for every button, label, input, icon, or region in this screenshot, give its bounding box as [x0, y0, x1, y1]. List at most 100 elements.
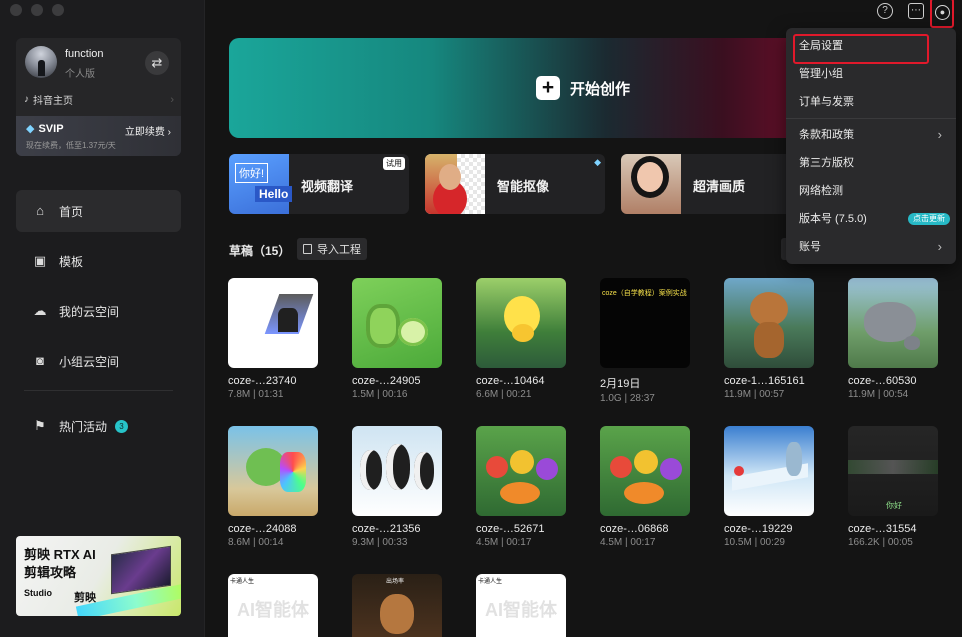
gear-icon: ●	[935, 5, 950, 20]
drafts-grid: coze-…23740 7.8M | 01:31 coze-…24905 1.5…	[228, 278, 962, 637]
import-project-button[interactable]: 导入工程	[297, 238, 367, 260]
draft-card[interactable]: coze-…24905 1.5M | 00:16	[352, 278, 442, 400]
update-badge[interactable]: 点击更新	[908, 213, 950, 225]
draft-card[interactable]: coze-…52671 4.5M | 00:17	[476, 426, 566, 548]
svip-renew-button[interactable]: 立即续费 ›	[125, 123, 171, 138]
sidebar-item-label: 我的云空间	[59, 304, 120, 319]
draft-title: coze-…60530	[848, 375, 917, 387]
draft-card[interactable]: coze-…23740 7.8M | 01:31	[228, 278, 318, 400]
feature-video-translate[interactable]: 你好! Hello 视频翻译 试用	[229, 154, 409, 214]
menu-item-terms-policies[interactable]: 条款和政策 ›	[786, 121, 956, 149]
help-icon[interactable]: ?	[877, 3, 893, 19]
import-project-label: 导入工程	[317, 244, 361, 256]
draft-card[interactable]: coze-…10464 6.6M | 00:21	[476, 278, 566, 400]
template-icon: ▣	[33, 253, 47, 268]
draft-thumbnail	[228, 278, 318, 368]
menu-item-global-settings[interactable]: 全局设置	[786, 32, 956, 64]
sidebar-item-label: 小组云空间	[59, 354, 120, 369]
draft-meta: 4.5M | 00:17	[476, 537, 532, 548]
draft-meta: 10.5M | 00:29	[724, 537, 785, 548]
douyin-home-link[interactable]: ♪ 抖音主页 ›	[24, 92, 174, 108]
draft-thumbnail	[476, 278, 566, 368]
draft-meta: 1.5M | 00:16	[352, 389, 408, 400]
draft-title: coze-…19229	[724, 523, 793, 535]
feature-label: 超清画质	[693, 179, 746, 194]
cloud-icon: ☁	[33, 303, 47, 318]
menu-item-account[interactable]: 账号 ›	[786, 233, 956, 261]
feature-thumb	[621, 154, 681, 214]
draft-thumbnail	[724, 278, 814, 368]
draft-meta: 11.9M | 00:54	[848, 389, 909, 400]
draft-meta: 166.2K | 00:05	[848, 537, 913, 548]
draft-meta: 7.8M | 01:31	[228, 389, 284, 400]
draft-thumbnail: 你好	[848, 426, 938, 516]
douyin-home-label: 抖音主页	[33, 96, 73, 107]
draft-thumbnail	[848, 278, 938, 368]
svip-label: SVIP	[38, 122, 64, 135]
sidebar-item-my-cloud[interactable]: ☁ 我的云空间	[16, 290, 181, 332]
draft-meta: 11.9M | 00:57	[724, 389, 785, 400]
draft-card[interactable]: coze（自学教程）案例实战 2月19日 1.0G | 28:37	[600, 278, 690, 404]
draft-thumbnail	[476, 426, 566, 516]
window-controls	[10, 4, 64, 16]
draft-card[interactable]: coze-…19229 10.5M | 00:29	[724, 426, 814, 548]
feature-hd-quality[interactable]: 超清画质	[621, 154, 801, 214]
feature-smart-cutout[interactable]: 智能抠像 ◆	[425, 154, 605, 214]
draft-thumbnail: 卡通人生 AI智能体	[476, 574, 566, 637]
menu-separator	[786, 118, 956, 119]
draft-thumbnail	[724, 426, 814, 516]
svip-description: 现在续费，低至1.37元/天	[26, 141, 116, 150]
menu-item-third-party-copyright[interactable]: 第三方版权	[786, 149, 956, 177]
maximize-window-button[interactable]	[52, 4, 64, 16]
draft-card[interactable]: coze-1…165161 11.9M | 00:57	[724, 278, 814, 400]
draft-card[interactable]: coze-…24088 8.6M | 00:14	[228, 426, 318, 548]
sidebar-item-label: 模板	[59, 254, 84, 269]
chevron-right-icon: ›	[937, 127, 942, 142]
menu-item-network-check[interactable]: 网络检测	[786, 177, 956, 205]
draft-thumbnail	[600, 426, 690, 516]
draft-card[interactable]: coze-…21356 9.3M | 00:33	[352, 426, 442, 548]
menu-item-version[interactable]: 版本号 (7.5.0) 点击更新	[786, 205, 956, 233]
feature-label: 视频翻译	[301, 179, 354, 194]
start-create-button[interactable]: + 开始创作	[229, 38, 809, 138]
draft-card[interactable]: 出场率	[352, 574, 442, 637]
minimize-window-button[interactable]	[31, 4, 43, 16]
sidebar-item-team-cloud[interactable]: ◙ 小组云空间	[16, 340, 181, 382]
feature-label: 智能抠像	[497, 179, 550, 194]
close-window-button[interactable]	[10, 4, 22, 16]
vip-diamond-icon: ◆	[594, 157, 601, 167]
message-icon[interactable]: ⋯	[908, 3, 924, 19]
menu-item-orders-invoices[interactable]: 订单与发票	[786, 88, 956, 116]
menu-item-manage-team[interactable]: 管理小组	[786, 60, 956, 88]
sidebar-item-home[interactable]: ⌂ 首页	[16, 190, 181, 232]
chevron-right-icon: ›	[170, 93, 174, 106]
draft-title: coze-…24088	[228, 523, 297, 535]
draft-card[interactable]: coze-…06868 4.5M | 00:17	[600, 426, 690, 548]
draft-meta: 9.3M | 00:33	[352, 537, 408, 548]
draft-card[interactable]: 卡通人生 AI智能体	[476, 574, 566, 637]
sidebar-item-events[interactable]: ⚑ 热门活动 3	[16, 405, 181, 447]
trial-badge: 试用	[383, 157, 405, 170]
settings-dropdown-menu: 全局设置 管理小组 订单与发票 条款和政策 › 第三方版权 网络检测 版本号 (7…	[786, 28, 956, 264]
nav-divider	[24, 390, 173, 391]
sidebar: function 个人版 ⇄ ♪ 抖音主页 › ◆ SVIP 立即续费 › 现在…	[0, 0, 205, 637]
profile-card: function 个人版 ⇄ ♪ 抖音主页 › ◆ SVIP 立即续费 › 现在…	[16, 38, 181, 156]
avatar[interactable]	[25, 46, 57, 78]
home-icon: ⌂	[36, 203, 44, 218]
rtx-promo-banner[interactable]: 剪映 RTX AI 剪辑攻略 Studio 剪映	[16, 536, 181, 616]
events-count-badge: 3	[115, 419, 129, 433]
draft-card[interactable]: 你好 coze-…31554 166.2K | 00:05	[848, 426, 938, 548]
draft-card[interactable]: coze-…60530 11.9M | 00:54	[848, 278, 938, 400]
start-create-label: 开始创作	[570, 80, 631, 98]
settings-button[interactable]: ●	[930, 0, 954, 28]
sidebar-item-templates[interactable]: ▣ 模板	[16, 240, 181, 282]
promo-title: 剪映 RTX AI	[24, 547, 96, 562]
draft-thumbnail	[352, 426, 442, 516]
draft-thumbnail	[352, 278, 442, 368]
svip-banner[interactable]: ◆ SVIP 立即续费 › 现在续费，低至1.37元/天	[16, 116, 181, 156]
feature-thumb	[425, 154, 485, 214]
switch-account-button[interactable]: ⇄	[145, 51, 169, 75]
draft-card[interactable]: 卡通人生 AI智能体	[228, 574, 318, 637]
draft-thumbnail: 卡通人生 AI智能体	[228, 574, 318, 637]
feature-thumb: 你好! Hello	[229, 154, 293, 214]
